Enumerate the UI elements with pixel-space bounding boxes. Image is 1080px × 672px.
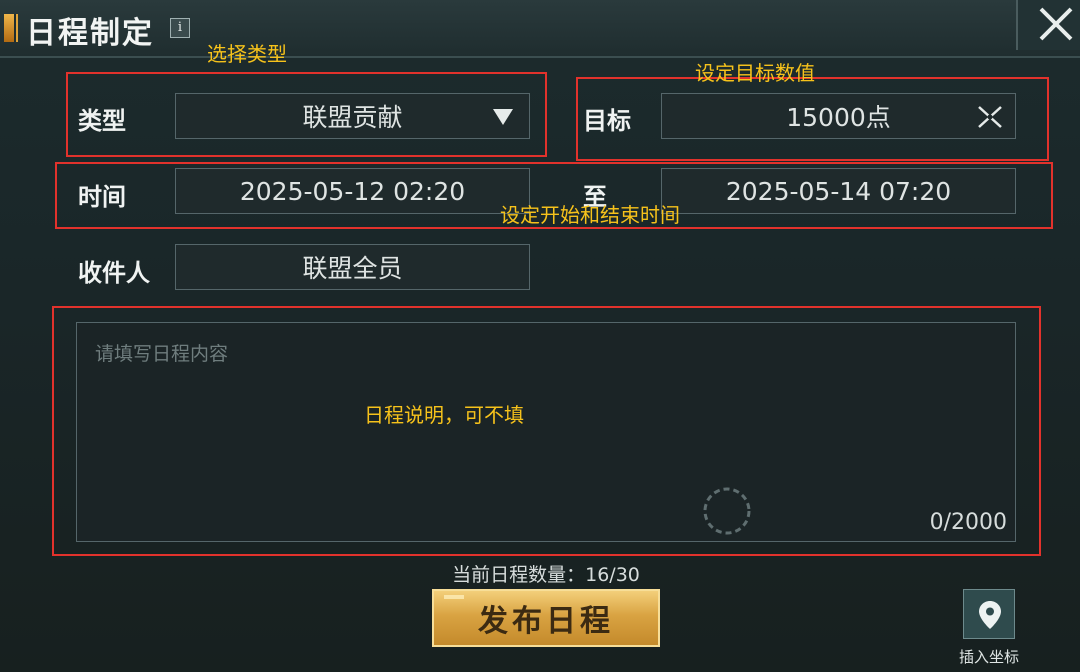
info-icon[interactable]: i <box>170 18 190 38</box>
annotation-select-type: 选择类型 <box>207 42 287 66</box>
schedule-count: 当前日程数量：16/30 <box>452 564 640 586</box>
annotation-set-target: 设定目标数值 <box>695 61 815 85</box>
insert-coordinate-label: 插入坐标 <box>958 648 1019 666</box>
close-button[interactable] <box>1016 0 1080 50</box>
publish-schedule-button[interactable]: 发布日程 <box>432 589 660 647</box>
title-bar: 日程制定 i <box>0 0 1080 58</box>
annotation-set-time: 设定开始和结束时间 <box>500 203 680 227</box>
publish-label: 发布日程 <box>478 604 614 639</box>
close-x-icon <box>1039 7 1073 41</box>
annotation-box-description <box>52 306 1041 556</box>
button-stripe-decor <box>444 595 464 599</box>
annotation-box-target <box>576 77 1049 161</box>
annotation-box-type <box>66 72 547 157</box>
annotation-description-optional: 日程说明，可不填 <box>364 403 524 427</box>
recipient-label: 收件人 <box>78 258 150 287</box>
map-pin-icon <box>979 601 1001 629</box>
title-accent-bar <box>4 14 14 42</box>
recipient-field[interactable]: 联盟全员 <box>175 244 530 290</box>
recipient-value: 联盟全员 <box>302 254 403 283</box>
insert-coordinate-button[interactable] <box>963 589 1015 639</box>
page-title: 日程制定 <box>26 16 154 51</box>
